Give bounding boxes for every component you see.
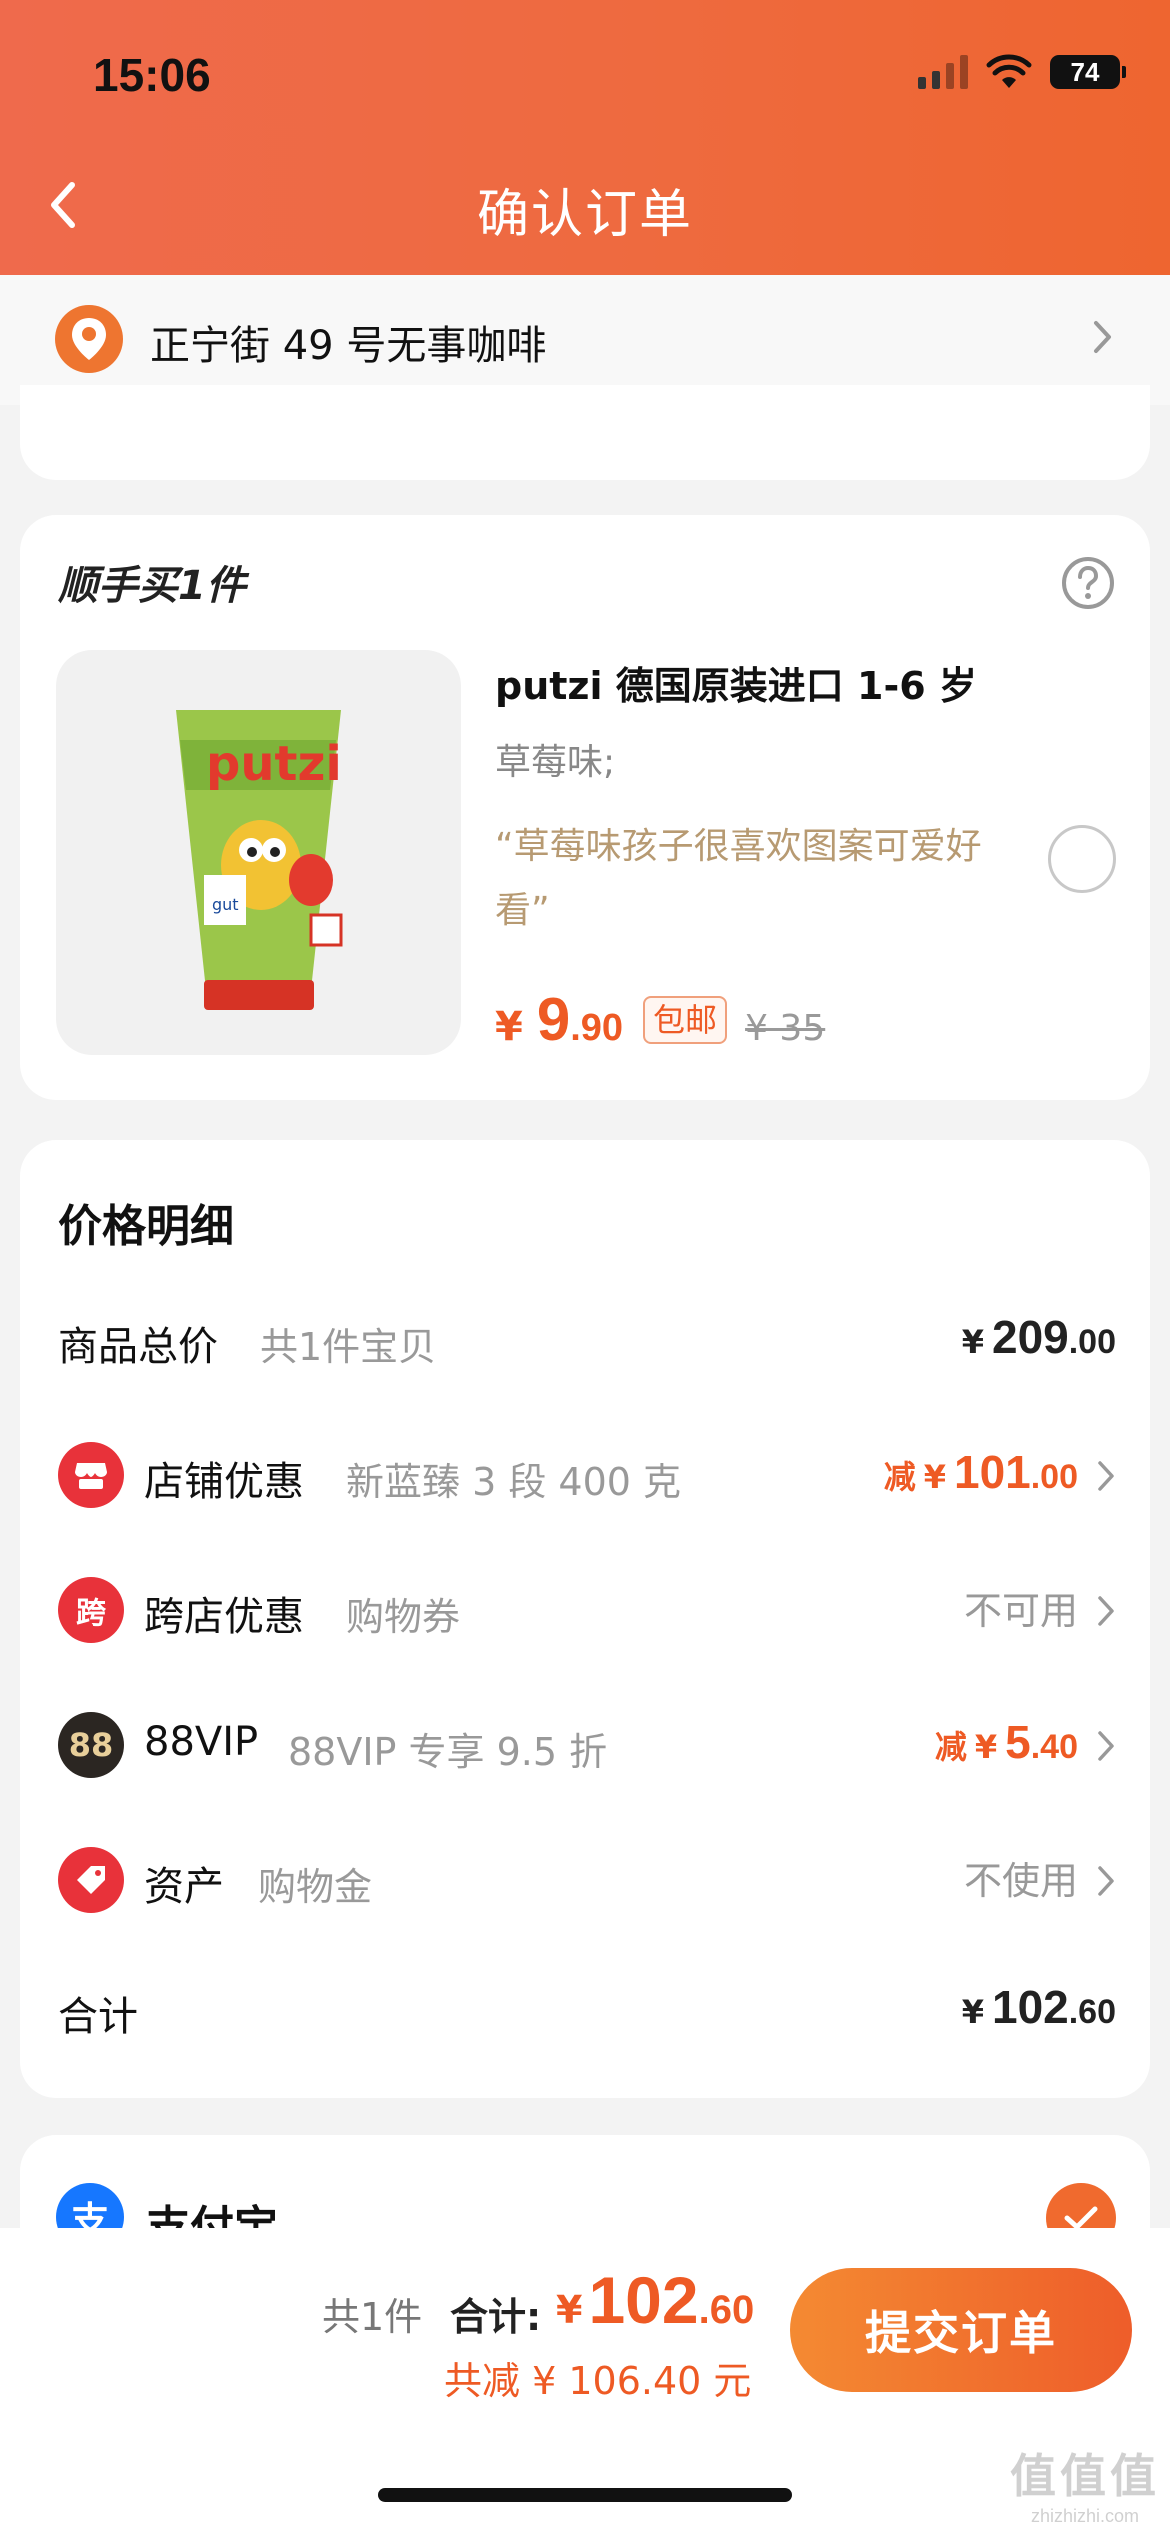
amount-decimal: .00 (1030, 1458, 1078, 1496)
product-spec: 草莓味; (495, 742, 616, 783)
amount-prefix: 减 (883, 1458, 916, 1496)
row-label: 店铺优惠 (144, 1459, 304, 1505)
product-brand-text: putzi (206, 736, 342, 792)
price-detail-heading: 价格明细 (58, 1201, 234, 1252)
row-status: 不可用 (964, 1580, 1078, 1640)
header: 15:06 74 确认订单 (0, 0, 1170, 275)
original-price: ¥ 35 (745, 1008, 826, 1049)
amount-prefix: 减 (934, 1728, 967, 1766)
store-icon (58, 1442, 124, 1508)
amount-decimal: .00 (1068, 1323, 1116, 1361)
product-review: “草莓味孩子很喜欢图案可爱好看” (495, 826, 982, 931)
row-label: 商品总价 (58, 1324, 218, 1370)
amount-integer: 5 (1005, 1716, 1031, 1768)
chevron-right-icon (1098, 1461, 1114, 1491)
chevron-right-icon (1098, 1866, 1114, 1896)
row-amount: ¥ 209 .00 (962, 1310, 1116, 1370)
row-amount: 减 ¥ 101 .00 (884, 1445, 1078, 1505)
row-assets[interactable]: 资产 购物金 不使用 (20, 1840, 1150, 1920)
total-saved: 共减 ¥ 106.40 元 (444, 2359, 752, 2403)
total-integer: 102 (588, 2263, 699, 2337)
price-integer: 9 (536, 986, 571, 1053)
scrolled-card (20, 385, 1150, 480)
row-amount: 减 ¥ 5 .40 (935, 1715, 1078, 1775)
amount-symbol: ¥ (974, 1728, 998, 1766)
chevron-right-icon (1094, 321, 1111, 353)
row-label: 资产 (144, 1864, 224, 1910)
price-detail-card: 价格明细 商品总价 共1件宝贝 ¥ 209 .00 店铺优惠 新蓝臻 3 段 4… (20, 1140, 1150, 2098)
watermark: 值值值 zhizhizhi.com (1010, 2440, 1160, 2527)
status-text: 不可用 (963, 1589, 1078, 1633)
coupon-tag-icon (58, 1847, 124, 1913)
cross-store-icon: 跨 (58, 1577, 124, 1643)
total-amount: ¥ 102 .60 (556, 2262, 754, 2342)
88vip-icon: 88 (58, 1712, 124, 1778)
row-sub: 88VIP 专享 9.5 折 (288, 1730, 608, 1774)
price-decimal: .90 (570, 1007, 624, 1049)
addon-card: 顺手买1件 putzi gut putzi 德国原装进口 1-6 岁 草莓味; … (20, 515, 1150, 1100)
total-symbol: ¥ (556, 2288, 583, 2332)
row-sub: 新蓝臻 3 段 400 克 (346, 1460, 682, 1504)
free-shipping-badge: 包邮 (643, 996, 728, 1044)
address-text: 正宁街 49 号无事咖啡 (150, 323, 547, 369)
watermark-logo: 值值值 (1010, 2449, 1160, 2503)
help-icon[interactable] (1060, 555, 1116, 611)
select-checkbox[interactable] (1048, 825, 1116, 893)
row-sub: 购物券 (346, 1595, 461, 1639)
amount-integer: 102 (991, 1981, 1069, 2033)
row-cross-store-discount[interactable]: 跨 跨店优惠 购物券 不可用 (20, 1570, 1150, 1650)
submit-order-button[interactable]: 提交订单 (790, 2268, 1132, 2392)
chevron-right-icon (1098, 1596, 1114, 1626)
row-label: 合计 (58, 1994, 138, 2040)
row-sub: 共1件宝贝 (260, 1325, 437, 1369)
watermark-text: zhizhizhi.com (1030, 2506, 1140, 2526)
amount-decimal: .40 (1030, 1728, 1078, 1766)
status-text: 不使用 (963, 1859, 1078, 1903)
product-name[interactable]: putzi 德国原装进口 1-6 岁 (495, 655, 977, 710)
status-icons: 74 (918, 52, 1126, 92)
item-count: 共1件 (322, 2295, 423, 2339)
cellular-signal-icon (918, 55, 968, 89)
amount-integer: 101 (953, 1446, 1031, 1498)
battery-icon: 74 (1050, 55, 1126, 89)
amount-integer: 209 (991, 1311, 1069, 1363)
amount-symbol: ¥ (961, 1993, 984, 2031)
product-label-text: gut (212, 895, 239, 914)
amount-decimal: .60 (1068, 1993, 1116, 2031)
product-image[interactable]: putzi gut (56, 650, 461, 1055)
addon-title: 顺手买1件 (58, 563, 246, 609)
amount-symbol: ¥ (961, 1323, 984, 1361)
page-title: 确认订单 (476, 185, 693, 245)
location-pin-icon (55, 305, 123, 373)
status-time: 15:06 (93, 49, 211, 101)
product-price: ¥ 9 .90 包邮 ¥ 35 (495, 985, 825, 1055)
wifi-icon (986, 54, 1032, 88)
price-symbol: ¥ (495, 1004, 523, 1050)
row-store-discount[interactable]: 店铺优惠 新蓝臻 3 段 400 克 减 ¥ 101 .00 (20, 1435, 1150, 1515)
total-label: 合计: (450, 2295, 542, 2339)
amount-symbol: ¥ (923, 1458, 946, 1496)
row-amount: ¥ 102 .60 (962, 1980, 1116, 2040)
bottom-checkout-bar: 共1件 合计: ¥ 102 .60 共减 ¥ 106.40 元 提交订单 (0, 2228, 1170, 2532)
row-sub: 购物金 (258, 1865, 373, 1909)
row-label: 88VIP (144, 1719, 259, 1765)
row-label: 跨店优惠 (144, 1594, 304, 1640)
home-indicator[interactable] (378, 2488, 792, 2502)
row-88vip-discount[interactable]: 88 88VIP 88VIP 专享 9.5 折 减 ¥ 5 .40 (20, 1705, 1150, 1785)
row-goods-total: 商品总价 共1件宝贝 ¥ 209 .00 (20, 1300, 1150, 1380)
chevron-right-icon (1098, 1731, 1114, 1761)
row-status: 不使用 (964, 1850, 1078, 1910)
row-total: 合计 ¥ 102 .60 (20, 1970, 1150, 2050)
total-decimal: .60 (698, 2288, 755, 2332)
